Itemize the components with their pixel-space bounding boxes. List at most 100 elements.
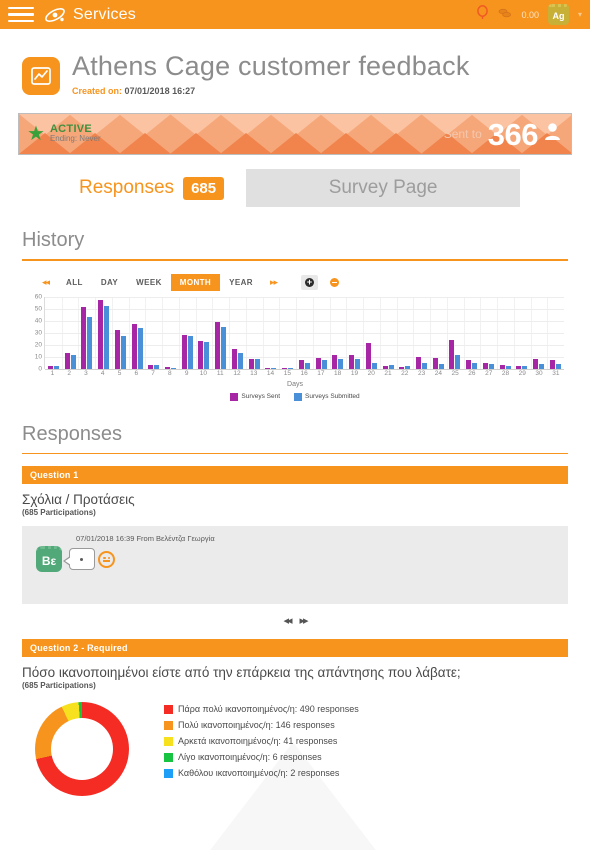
- chart-bar[interactable]: [198, 340, 204, 369]
- chart-bar-group[interactable]: [296, 297, 313, 369]
- chart-bar[interactable]: [455, 355, 461, 369]
- chart-bar[interactable]: [422, 362, 428, 369]
- chart-bar[interactable]: [416, 356, 422, 369]
- chart-bar[interactable]: [87, 316, 93, 369]
- chart-bar[interactable]: [47, 366, 53, 369]
- hamburger-menu-icon[interactable]: [8, 6, 34, 23]
- chart-bar[interactable]: [215, 321, 221, 369]
- chart-bar-group[interactable]: [95, 297, 112, 369]
- zoom-out-icon[interactable]: [326, 275, 343, 290]
- chart-bar-group[interactable]: [463, 297, 480, 369]
- chart-bar[interactable]: [388, 364, 394, 369]
- chart-bar[interactable]: [137, 327, 143, 369]
- zoom-in-icon[interactable]: +: [300, 274, 318, 290]
- chart-bar[interactable]: [472, 362, 478, 369]
- chart-bar[interactable]: [382, 366, 388, 369]
- chart-bar-group[interactable]: [263, 297, 280, 369]
- chart-bar-group[interactable]: [530, 297, 547, 369]
- tab-responses[interactable]: Responses 685: [22, 169, 246, 207]
- chart-bar-group[interactable]: [229, 297, 246, 369]
- chart-bar[interactable]: [237, 352, 243, 369]
- chart-bar[interactable]: [499, 364, 505, 369]
- chart-bar-group[interactable]: [497, 297, 514, 369]
- chart-prev-button[interactable]: ◂◂: [34, 277, 57, 288]
- chart-bar[interactable]: [70, 355, 76, 369]
- range-day-button[interactable]: DAY: [92, 274, 127, 291]
- chart-bar[interactable]: [298, 360, 304, 369]
- chart-bar[interactable]: [171, 367, 176, 369]
- chart-bar[interactable]: [98, 300, 104, 369]
- chart-bar-group[interactable]: [514, 297, 531, 369]
- chart-bar[interactable]: [516, 366, 522, 369]
- chart-bar[interactable]: [522, 366, 528, 369]
- chart-bar-group[interactable]: [447, 297, 464, 369]
- donut-legend-item[interactable]: Αρκετά ικανοποιημένος/η: 41 responses: [164, 736, 568, 746]
- range-all-button[interactable]: ALL: [57, 274, 92, 291]
- chart-bar[interactable]: [304, 362, 310, 369]
- donut-legend-item[interactable]: Λίγο ικανοποιημένος/η: 6 responses: [164, 752, 568, 762]
- donut-legend-item[interactable]: Καθόλου ικανοποιημένος/η: 2 responses: [164, 768, 568, 778]
- chart-bar[interactable]: [466, 360, 472, 369]
- chart-bar[interactable]: [533, 358, 539, 369]
- chart-bar-group[interactable]: [363, 297, 380, 369]
- chart-bar[interactable]: [338, 358, 344, 369]
- coins-icon[interactable]: [498, 6, 512, 24]
- chart-bar[interactable]: [148, 364, 154, 369]
- chart-bar[interactable]: [505, 366, 511, 369]
- chart-bar-group[interactable]: [129, 297, 146, 369]
- range-week-button[interactable]: WEEK: [127, 274, 171, 291]
- chart-bar-group[interactable]: [196, 297, 213, 369]
- chart-bar[interactable]: [131, 324, 137, 369]
- donut-legend-item[interactable]: Πολύ ικανοποιημένος/η: 146 responses: [164, 720, 568, 730]
- range-year-button[interactable]: YEAR: [220, 274, 262, 291]
- chart-bar[interactable]: [221, 326, 227, 369]
- chart-bar[interactable]: [405, 366, 411, 369]
- chart-bar[interactable]: [53, 366, 59, 369]
- chart-bar[interactable]: [449, 339, 455, 369]
- chart-bar-group[interactable]: [396, 297, 413, 369]
- chart-bar[interactable]: [321, 360, 327, 369]
- chart-bar-group[interactable]: [45, 297, 62, 369]
- chart-bar[interactable]: [204, 342, 210, 369]
- chart-bar[interactable]: [365, 343, 371, 369]
- chart-bar-group[interactable]: [179, 297, 196, 369]
- chart-bar-group[interactable]: [212, 297, 229, 369]
- chart-bar-group[interactable]: [329, 297, 346, 369]
- donut-legend-item[interactable]: Πάρα πολύ ικανοποιημένος/η: 490 response…: [164, 704, 568, 714]
- chart-bar[interactable]: [154, 364, 160, 369]
- chevron-down-icon[interactable]: ▾: [578, 10, 582, 19]
- response-prev-button[interactable]: ◂◂: [283, 614, 292, 627]
- chart-bar[interactable]: [355, 358, 361, 369]
- chart-bar-group[interactable]: [162, 297, 179, 369]
- chart-bar-group[interactable]: [380, 297, 397, 369]
- chart-bar[interactable]: [265, 367, 271, 369]
- chart-bar-group[interactable]: [112, 297, 129, 369]
- chart-bar-group[interactable]: [62, 297, 79, 369]
- chart-bar[interactable]: [114, 330, 120, 369]
- chart-bar-group[interactable]: [346, 297, 363, 369]
- chart-bar-group[interactable]: [313, 297, 330, 369]
- chart-bar[interactable]: [181, 334, 187, 369]
- chart-bar[interactable]: [488, 363, 494, 369]
- chart-bar[interactable]: [231, 349, 237, 369]
- chart-bar[interactable]: [555, 363, 561, 369]
- chart-bar[interactable]: [254, 358, 260, 369]
- chart-bar[interactable]: [539, 363, 545, 369]
- tab-survey-page[interactable]: Survey Page: [246, 169, 521, 208]
- chart-bar[interactable]: [64, 352, 70, 369]
- chart-bar-group[interactable]: [279, 297, 296, 369]
- chart-bar-group[interactable]: [547, 297, 564, 369]
- chart-bar[interactable]: [288, 367, 294, 369]
- user-avatar[interactable]: Ag: [547, 4, 569, 25]
- chart-bar[interactable]: [349, 355, 355, 369]
- chart-bar[interactable]: [120, 336, 126, 369]
- chart-bar[interactable]: [432, 357, 438, 369]
- range-month-button[interactable]: MONTH: [170, 273, 221, 291]
- balloon-icon[interactable]: [476, 4, 489, 25]
- chart-bar-group[interactable]: [246, 297, 263, 369]
- chart-bar-group[interactable]: [480, 297, 497, 369]
- chart-bar[interactable]: [187, 336, 193, 369]
- chart-bar[interactable]: [81, 307, 87, 369]
- speech-bubble-icon[interactable]: [63, 548, 95, 571]
- chart-next-button[interactable]: ▸▸: [262, 277, 285, 288]
